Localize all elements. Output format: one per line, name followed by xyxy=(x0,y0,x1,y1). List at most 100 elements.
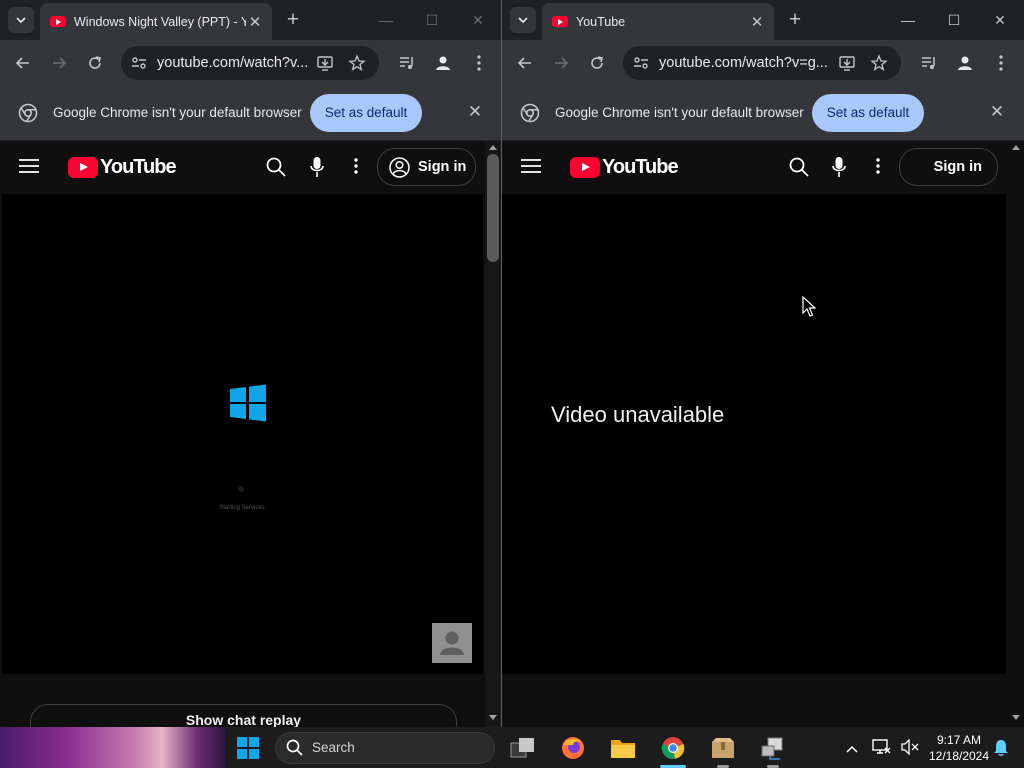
media-controls-button[interactable] xyxy=(395,51,419,75)
chrome-app[interactable] xyxy=(658,733,688,763)
tab-close-icon[interactable]: ✕ xyxy=(748,13,766,31)
more-options-icon[interactable] xyxy=(354,158,358,179)
video-player[interactable]: Starting Services xyxy=(2,194,483,674)
set-as-default-button[interactable]: Set as default xyxy=(310,94,422,132)
tab-active[interactable]: Windows Night Valley (PPT) - Y ✕ xyxy=(40,3,272,40)
page-scrollbar[interactable] xyxy=(1008,141,1024,727)
chrome-menu-button[interactable] xyxy=(467,51,491,75)
reload-button[interactable] xyxy=(585,51,609,75)
account-circle-icon xyxy=(389,156,410,178)
tab-search-button[interactable] xyxy=(8,7,34,33)
minimize-button[interactable]: — xyxy=(375,10,397,30)
forward-button[interactable] xyxy=(47,51,71,75)
chrome-logo-icon xyxy=(18,103,38,123)
new-tab-button[interactable]: + xyxy=(282,9,304,31)
search-icon[interactable] xyxy=(266,157,286,182)
chrome-menu-button[interactable] xyxy=(989,51,1013,75)
toolbar: youtube.com/watch?v=g... xyxy=(502,40,1024,86)
infobar-close-icon[interactable]: ✕ xyxy=(987,102,1007,122)
boot-status-text: Starting Services xyxy=(219,505,265,511)
set-as-default-button[interactable]: Set as default xyxy=(812,94,924,132)
arrow-left-icon xyxy=(15,57,29,69)
microphone-icon[interactable] xyxy=(832,156,846,183)
minimize-button[interactable]: — xyxy=(897,10,919,30)
bookmark-star-icon[interactable] xyxy=(348,54,366,72)
infobar-message: Google Chrome isn't your default browser xyxy=(53,105,302,120)
close-window-button[interactable]: ✕ xyxy=(989,10,1011,30)
back-button[interactable] xyxy=(11,51,35,75)
clock-date: 12/18/2024 xyxy=(928,749,990,763)
youtube-logo[interactable]: YouTube xyxy=(570,156,679,179)
youtube-logo[interactable]: YouTube xyxy=(68,156,177,179)
bookmark-star-icon[interactable] xyxy=(870,54,888,72)
volume-muted-icon[interactable] xyxy=(901,738,919,760)
address-bar[interactable]: youtube.com/watch?v... xyxy=(121,46,379,80)
back-button[interactable] xyxy=(513,51,537,75)
video-unavailable-message: Video unavailable xyxy=(551,402,725,427)
start-button[interactable] xyxy=(233,733,263,763)
taskbar-search[interactable]: Search xyxy=(275,732,495,764)
tab-strip: YouTube ✕ + — ☐ ✕ xyxy=(502,0,1024,40)
scroll-up-arrow[interactable] xyxy=(1012,145,1020,150)
system-clock[interactable]: 9:17 AM 12/18/2024 xyxy=(920,732,998,764)
scroll-down-arrow[interactable] xyxy=(1012,715,1020,720)
youtube-header: YouTube Sign in xyxy=(502,141,1008,194)
file-explorer-app[interactable] xyxy=(608,733,638,763)
desktop-wallpaper-strip xyxy=(0,727,225,768)
address-bar[interactable]: youtube.com/watch?v=g... xyxy=(623,46,901,80)
tab-search-button[interactable] xyxy=(510,7,536,33)
windows-logo-icon xyxy=(230,384,266,422)
install-app-icon[interactable] xyxy=(838,54,856,72)
hamburger-menu-icon[interactable] xyxy=(19,158,39,179)
more-options-icon[interactable] xyxy=(876,158,880,179)
show-chat-replay-button[interactable]: Show chat replay xyxy=(30,704,457,727)
chrome-icon xyxy=(661,737,685,760)
firefox-app[interactable] xyxy=(558,733,588,763)
sign-in-button[interactable]: Sign in xyxy=(377,148,476,186)
chrome-logo-icon xyxy=(520,103,540,123)
tab-close-icon[interactable]: ✕ xyxy=(246,13,264,31)
install-app-icon[interactable] xyxy=(316,54,334,72)
task-view-button[interactable] xyxy=(508,733,538,763)
scroll-up-arrow[interactable] xyxy=(489,145,497,150)
media-controls-button[interactable] xyxy=(917,51,941,75)
arrow-left-icon xyxy=(517,57,531,69)
maximize-button[interactable]: ☐ xyxy=(943,10,965,30)
forward-button[interactable] xyxy=(549,51,573,75)
youtube-favicon-icon xyxy=(50,16,66,27)
windows-taskbar: Search 9:17 AM 12/18/2024 xyxy=(0,727,1024,768)
youtube-play-icon xyxy=(570,157,600,178)
arrow-right-icon xyxy=(53,57,67,69)
scroll-down-arrow[interactable] xyxy=(489,715,497,720)
maximize-button[interactable]: ☐ xyxy=(421,10,443,30)
tab-title: Windows Night Valley (PPT) - Y xyxy=(74,14,246,29)
tab-title: YouTube xyxy=(576,14,626,29)
search-icon[interactable] xyxy=(789,157,809,182)
show-hidden-icons-button[interactable] xyxy=(846,741,858,759)
close-window-button[interactable]: ✕ xyxy=(467,10,489,30)
infobar-close-icon[interactable]: ✕ xyxy=(465,102,485,122)
archive-app[interactable] xyxy=(708,733,738,763)
video-player[interactable]: Video unavailable xyxy=(502,194,1006,674)
tab-strip: Windows Night Valley (PPT) - Y ✕ + — ☐ ✕ xyxy=(0,0,501,40)
reload-button[interactable] xyxy=(83,51,107,75)
browser-window-right: YouTube ✕ + — ☐ ✕ youtube.com/watch?v=g.… xyxy=(502,0,1024,727)
tab-active[interactable]: YouTube ✕ xyxy=(542,3,774,40)
network-computer-icon xyxy=(761,737,783,760)
more-vertical-icon xyxy=(999,55,1003,71)
site-settings-icon xyxy=(634,57,648,69)
network-app[interactable] xyxy=(758,733,788,763)
channel-avatar[interactable] xyxy=(432,623,472,663)
page-scrollbar[interactable] xyxy=(485,141,501,727)
network-status-icon[interactable] xyxy=(871,738,891,761)
sign-in-button[interactable]: Sign in xyxy=(899,148,998,186)
notification-bell-icon[interactable] xyxy=(993,738,1009,761)
profile-button[interactable] xyxy=(953,51,977,75)
profile-button[interactable] xyxy=(431,51,455,75)
scroll-thumb[interactable] xyxy=(487,154,499,262)
hamburger-menu-icon[interactable] xyxy=(521,158,541,179)
microphone-icon[interactable] xyxy=(310,156,324,183)
task-view-icon xyxy=(510,738,534,758)
url-text: youtube.com/watch?v... xyxy=(157,55,309,71)
new-tab-button[interactable]: + xyxy=(784,9,806,31)
